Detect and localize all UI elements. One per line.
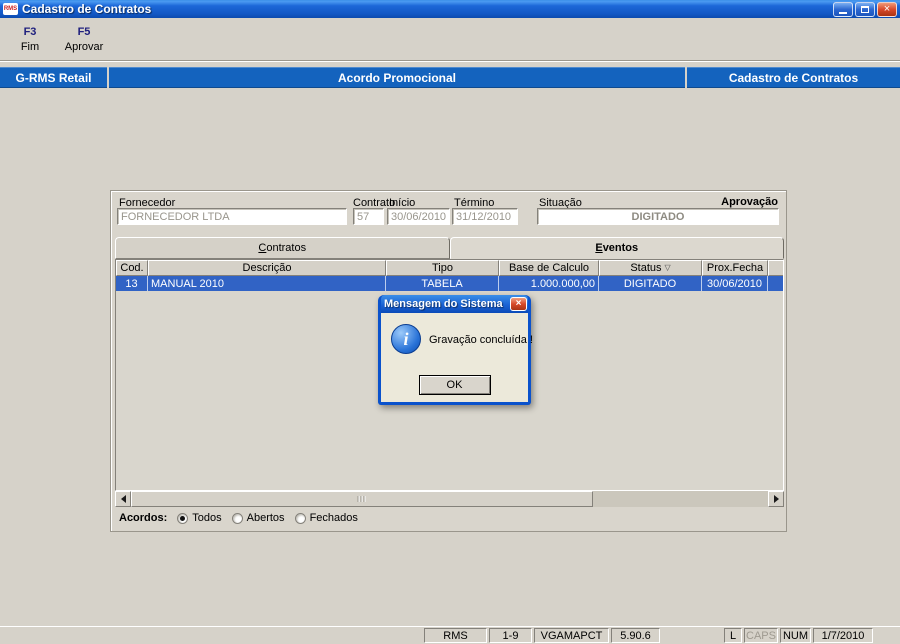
termino-field[interactable]: 31/12/2010 (452, 208, 518, 225)
radio-fechados-icon (294, 512, 306, 524)
toolbar-key-f3: F3 (23, 25, 37, 38)
column-header-filler (768, 260, 783, 276)
table-header: Cod. Descrição Tipo Base de Calculo Stat… (116, 260, 783, 276)
title-bar[interactable]: RMS Cadastro de Contratos × (0, 0, 900, 18)
status-cell-date: 1/7/2010 (813, 628, 873, 643)
situacao-field[interactable]: DIGITADO (537, 208, 779, 225)
aprovacao-label: Aprovação (721, 196, 778, 208)
radio-todos-label: Todos (192, 512, 222, 524)
status-cell-version: 5.90.6 (611, 628, 660, 643)
table-row-selected[interactable]: 13 MANUAL 2010 TABELA 1.000.000,00 DIGIT… (116, 276, 783, 291)
scrollbar-track[interactable] (593, 491, 768, 507)
app-window: RMS Cadastro de Contratos × F3 Fim F5 Ap… (0, 0, 900, 644)
scroll-right-icon (773, 495, 783, 503)
minimize-button[interactable] (833, 1, 853, 17)
column-header-cod[interactable]: Cod. (116, 260, 148, 276)
system-message-dialog: Mensagem do Sistema × i Gravação concluí… (378, 295, 533, 405)
status-bar: RMS 1-9 VGAMAPCT 5.90.6 L CAPS NUM 1/7/2… (0, 626, 900, 644)
status-cell-rms: RMS (424, 628, 487, 643)
status-cell-program: VGAMAPCT (534, 628, 609, 643)
radio-abertos-icon (231, 512, 243, 524)
acordos-filter-label: Acordos: (119, 512, 168, 524)
scrollbar-thumb[interactable] (131, 491, 593, 507)
app-icon[interactable]: RMS (3, 3, 18, 15)
toolbar-separator (0, 60, 900, 62)
radio-abertos-label: Abertos (246, 512, 285, 524)
cell-base: 1.000.000,00 (499, 276, 599, 291)
cell-status: DIGITADO (599, 276, 702, 291)
column-header-base[interactable]: Base de Calculo (499, 260, 599, 276)
scroll-left-icon (117, 495, 126, 503)
close-icon: × (883, 2, 891, 15)
tab-eventos[interactable]: Eventos (449, 237, 784, 259)
tab-eventos-label: Eventos (595, 242, 639, 254)
status-cell-caps: CAPS (744, 628, 778, 643)
toolbar-button-aprovar[interactable]: F5 Aprovar (60, 22, 108, 56)
cell-prox-fecha: 30/06/2010 (702, 276, 768, 291)
minimize-icon (839, 12, 847, 14)
sort-desc-icon: ▽ (664, 263, 671, 272)
ok-button[interactable]: OK (418, 375, 491, 395)
dialog-close-icon: × (515, 298, 522, 309)
contrato-field[interactable]: 57 (353, 208, 384, 225)
tab-contratos-label: Contratos (258, 242, 307, 254)
dialog-close-button[interactable]: × (510, 297, 527, 311)
toolbar: F3 Fim F5 Aprovar (0, 18, 900, 60)
column-header-status-label: Status (630, 262, 662, 274)
dialog-title-bar[interactable]: Mensagem do Sistema × (381, 295, 528, 313)
dialog-body: i Gravação concluída ! OK (381, 313, 533, 402)
column-header-tipo[interactable]: Tipo (386, 260, 499, 276)
toolbar-label-aprovar: Aprovar (64, 40, 104, 53)
inicio-field[interactable]: 30/06/2010 (387, 208, 450, 225)
toolbar-key-f5: F5 (77, 25, 91, 38)
column-header-descricao[interactable]: Descrição (148, 260, 386, 276)
cell-filler (768, 276, 783, 291)
info-icon: i (391, 324, 421, 354)
header-screen-title: Cadastro de Contratos (687, 67, 900, 88)
status-cell-range: 1-9 (489, 628, 532, 643)
radio-todos[interactable]: Todos (177, 512, 222, 524)
column-header-status[interactable]: Status ▽ (599, 260, 702, 276)
close-button[interactable]: × (877, 1, 897, 17)
scroll-right-button[interactable] (768, 491, 784, 507)
header-bar: G-RMS Retail Acordo Promocional Cadastro… (0, 67, 900, 88)
tab-contratos[interactable]: Contratos (115, 237, 450, 259)
cell-descricao: MANUAL 2010 (148, 276, 386, 291)
status-cell-num: NUM (780, 628, 811, 643)
dialog-title: Mensagem do Sistema (384, 298, 503, 310)
fornecedor-field[interactable]: FORNECEDOR LTDA (117, 208, 347, 225)
window-title: Cadastro de Contratos (22, 2, 152, 16)
radio-fechados-label: Fechados (309, 512, 358, 524)
dialog-message: Gravação concluída ! (429, 334, 533, 346)
radio-fechados[interactable]: Fechados (294, 512, 358, 524)
restore-button[interactable] (855, 1, 875, 17)
acordos-filter: Acordos: Todos Abertos Fechados (119, 512, 358, 524)
cell-tipo: TABELA (386, 276, 499, 291)
window-controls: × (833, 1, 897, 17)
horizontal-scrollbar[interactable] (115, 491, 784, 507)
toolbar-button-fim[interactable]: F3 Fim (6, 22, 54, 56)
tab-strip: Contratos Eventos (115, 237, 784, 259)
header-brand: G-RMS Retail (0, 67, 107, 88)
cell-cod: 13 (116, 276, 148, 291)
toolbar-label-fim: Fim (20, 40, 40, 53)
status-cell-l: L (724, 628, 742, 643)
radio-abertos[interactable]: Abertos (231, 512, 285, 524)
column-header-prox-fecha[interactable]: Prox.Fecha (702, 260, 768, 276)
restore-icon (861, 5, 869, 13)
scroll-left-button[interactable] (115, 491, 131, 507)
header-module-title: Acordo Promocional (109, 67, 685, 88)
radio-todos-icon (177, 512, 189, 524)
